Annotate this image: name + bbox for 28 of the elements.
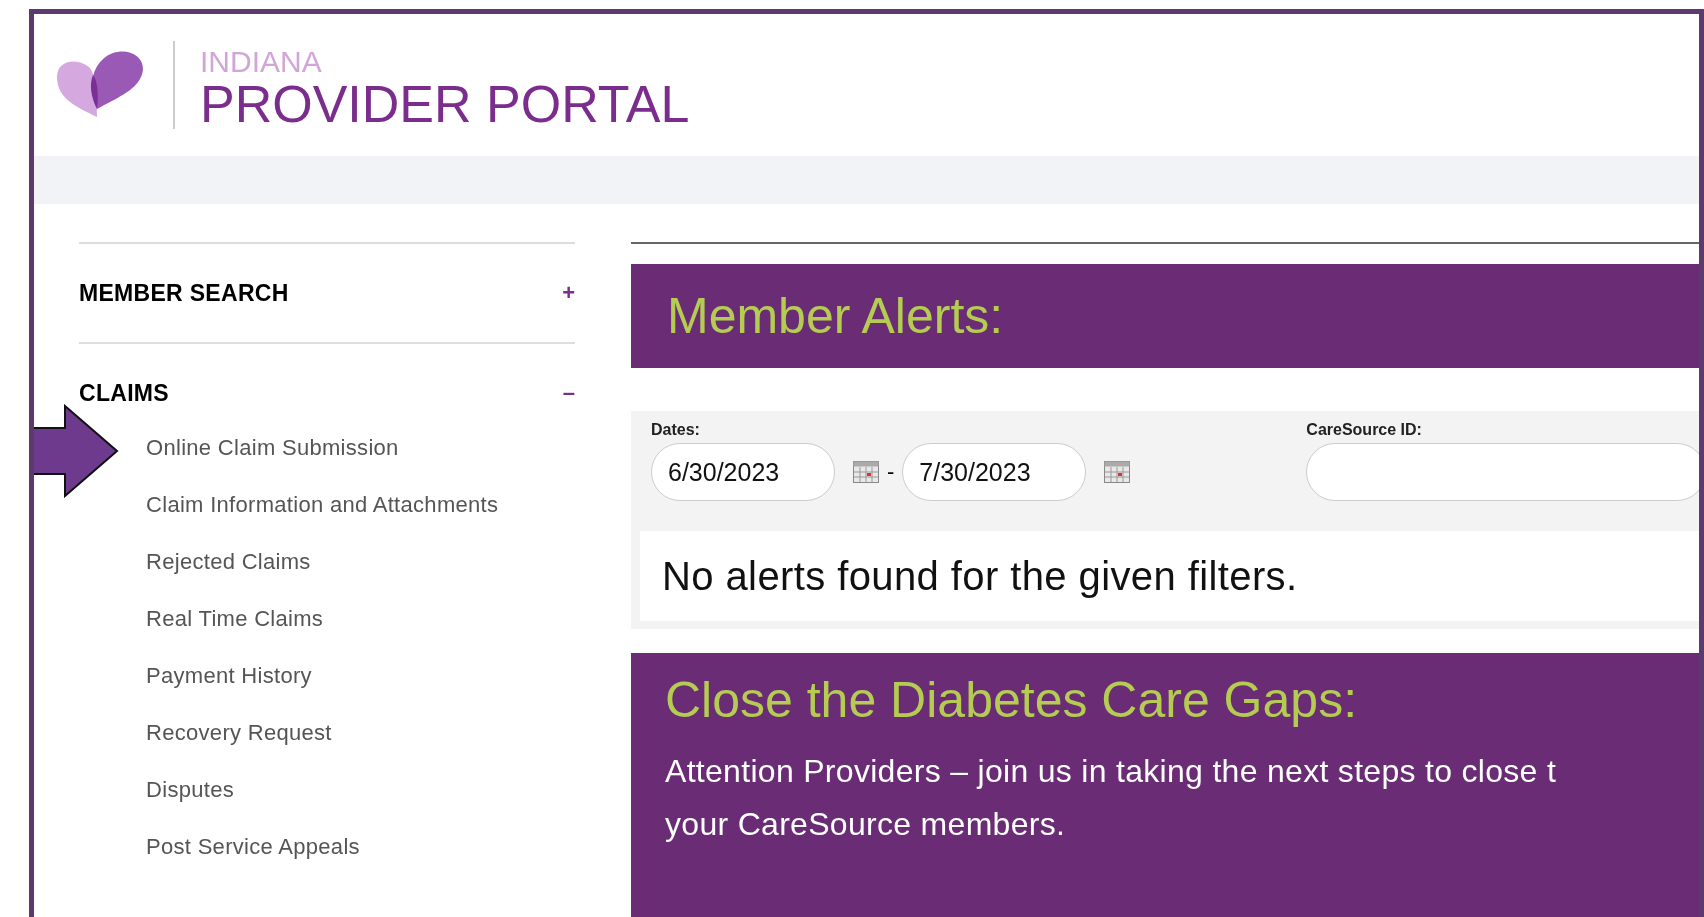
banner-title: Member Alerts: (667, 287, 1004, 345)
arrow-icon (34, 404, 121, 498)
calendar-icon[interactable] (853, 461, 879, 483)
sidebar-link[interactable]: Online Claim Submission (146, 436, 575, 460)
sidebar-link[interactable]: Payment History (146, 664, 575, 688)
field-label: CareSource ID: (1306, 421, 1423, 439)
sidebar-link[interactable]: Post Service Appeals (146, 835, 575, 859)
calendar-icon[interactable] (1104, 461, 1131, 483)
date-field[interactable]: 7/30/2023 (902, 443, 1087, 501)
section-toggle[interactable]: – (562, 380, 575, 406)
sidebar-link[interactable]: Real Time Claims (146, 607, 575, 631)
section-toggle[interactable]: + (562, 280, 575, 306)
field-label: Dates: (651, 421, 701, 439)
date-separator: - (887, 459, 895, 485)
empty-message: No alerts found for the given filters. (662, 553, 1298, 599)
region-label: INDIANA (200, 46, 323, 78)
section-heading[interactable]: CLAIMS (79, 379, 169, 407)
id-field[interactable] (1306, 443, 1699, 501)
banner-text: your CareSource members. (665, 806, 1067, 843)
banner-text: Attention Providers – join us in taking the next steps to close t (665, 753, 1558, 790)
sidebar-link[interactable]: Recovery Request (146, 721, 575, 745)
sidebar-link[interactable]: Rejected Claims (146, 550, 575, 574)
sidebar-link[interactable]: Claim Information and Attachments (146, 493, 575, 517)
date-field[interactable]: 6/30/2023 (651, 443, 835, 501)
banner-title: Close the Diabetes Care Gaps: (665, 671, 1359, 729)
portal-title: PROVIDER PORTAL (200, 78, 690, 130)
section-heading[interactable]: MEMBER SEARCH (79, 279, 289, 307)
sidebar-link[interactable]: Disputes (146, 778, 575, 802)
